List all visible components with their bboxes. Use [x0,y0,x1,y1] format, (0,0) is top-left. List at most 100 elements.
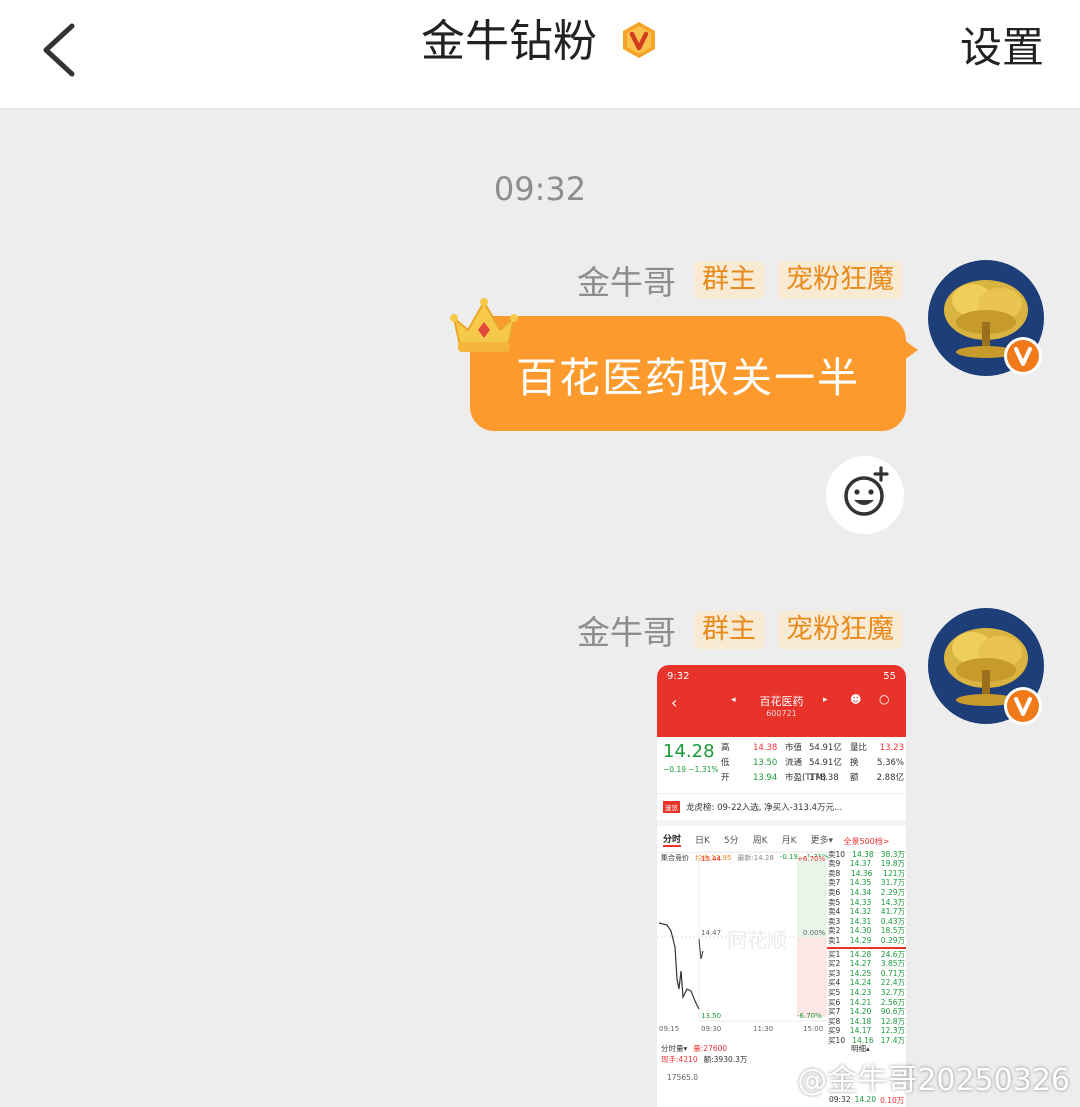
group-name: 金牛钻粉 [421,16,597,67]
role-badge: 群主 [694,611,764,649]
bid-level: 买4 [828,978,841,988]
order-book-title: 全景500档> [843,837,890,846]
ask-level: 卖6 [828,887,841,897]
bid-price: 14.17 [849,1026,872,1036]
ask-level: 卖4 [828,907,841,917]
ask-price: 14.35 [849,878,872,888]
tab-weekly: 周K [752,835,768,846]
ask-level: 卖5 [828,897,841,907]
svg-text:0.00%: 0.00% [803,929,826,937]
ask-price: 14.37 [849,859,872,869]
v-badge-icon [623,22,655,58]
bid-row: 买1 14.28 24.6万 [827,950,906,960]
ask-volume: 0.43万 [880,916,905,926]
status-time: 9:32 [667,670,690,682]
svg-text:-6.70%: -6.70% [797,1012,822,1020]
image-message[interactable]: 9:32 55 ‹ ◂ 百花医药 600721 ▸ ☻ ○ 14.28 −0.1… [657,665,906,1107]
svg-text:同花顺: 同花顺 [727,928,787,952]
amount: 额:3930.3万 [703,1055,748,1064]
svg-text:11:30: 11:30 [753,1025,773,1033]
ask-price: 14.34 [849,887,872,897]
bid-row: 买7 14.20 90.6万 [827,1007,906,1017]
tab-5min: 5分 [723,835,739,846]
bid-price: 14.27 [849,959,872,969]
bid-volume: 90.6万 [880,1007,905,1017]
ask-row: 卖7 14.35 31.7万 [827,878,906,888]
ask-level: 卖8 [828,868,841,878]
news-ticker: 速览 龙虎榜: 09-22入选, 净买入-313.4万元... [657,794,906,826]
ask-list: 卖10 14.38 38.3万 卖9 14.37 19.8万 卖8 14.36 121万 卖7 14… [827,850,906,946]
bid-price: 14.18 [849,1016,872,1026]
battery-level: 55 [883,670,896,682]
ask-level: 卖10 [828,849,846,859]
ask-price: 14.31 [849,916,872,926]
verified-v-icon [1004,337,1042,375]
market-values: 54.91亿 54.91亿 178.38 [809,743,842,783]
ask-volume: 18.5万 [880,926,905,936]
quote-panel: 14.28 −0.19 −1.31% 高 低 开 14.38 13.50 13.… [657,737,906,794]
ask-volume: 121万 [883,868,905,878]
weibo-watermark: @金牛哥20250326 [797,1055,1070,1099]
ask-price: 14.36 [850,868,873,878]
message-sender-row: 金牛哥 群主 宠粉狂魔 [577,260,902,302]
bid-volume: 3.85万 [880,959,905,969]
stock-code: 600721 [766,709,797,718]
bid-level: 买8 [828,1016,841,1026]
title-badge: 宠粉狂魔 [778,611,902,649]
bid-price: 14.28 [849,949,872,959]
ask-row: 卖2 14.30 18.5万 [827,926,906,936]
ask-volume: 0.29万 [880,935,905,945]
message-timestamp: 09:32 [493,170,587,208]
bid-row: 买5 14.23 32.7万 [827,988,906,998]
stock-price: 14.28 [663,741,715,762]
quote-values: 14.38 13.50 13.94 [753,743,778,783]
stock-header: ‹ ◂ 百花医药 600721 ▸ ☻ ○ [657,687,906,737]
status-bar: 9:32 55 [657,665,906,687]
ask-level: 卖3 [828,916,841,926]
bid-volume: 12.3万 [880,1026,905,1036]
ask-level: 卖2 [828,926,841,936]
volume-label: 分时量▾ [661,1044,688,1053]
ratio-labels: 量比 换 额 [850,743,868,783]
volume-value: 量:27600 [693,1044,728,1053]
ask-price: 14.33 [849,897,872,907]
bid-price: 14.20 [849,1007,872,1017]
svg-text:13.50: 13.50 [701,1012,721,1020]
ask-volume: 14.3万 [880,897,905,907]
ask-row: 卖1 14.29 0.29万 [827,936,906,946]
bid-list: 买1 14.28 24.6万 买2 14.27 3.85万 买3 14.25 0.71万 买4 14… [827,950,906,1046]
bid-row: 买8 14.18 12.8万 [827,1017,906,1027]
top-bar: 金牛钻粉 设置 [0,0,1080,109]
ask-row: 卖4 14.32 41.7万 [827,907,906,917]
quote-labels: 高 低 开 [721,743,730,783]
robot-icon: ☻ [850,693,862,706]
sender-name[interactable]: 金牛哥 [577,606,676,654]
ask-row: 卖8 14.36 121万 [827,869,906,879]
ask-row: 卖3 14.31 0.43万 [827,917,906,927]
ask-volume: 19.8万 [880,859,905,869]
emoji-reaction-icon [844,466,889,516]
bid-volume: 2.56万 [880,997,905,1007]
sender-name[interactable]: 金牛哥 [577,256,676,304]
svg-text:15.44: 15.44 [701,855,722,863]
bid-level: 买6 [828,997,841,1007]
bid-row: 买6 14.21 2.56万 [827,998,906,1008]
svg-text:09:30: 09:30 [701,1025,721,1033]
bid-volume: 24.6万 [880,949,905,959]
bid-row: 买2 14.27 3.85万 [827,959,906,969]
bid-level: 买3 [828,968,841,978]
crown-icon [450,298,518,352]
bid-row: 买3 14.25 0.71万 [827,969,906,979]
title-badge: 宠粉狂魔 [778,261,902,299]
message-bubble[interactable]: 百花医药取关一半 [470,316,918,431]
bid-volume: 22.4万 [880,978,905,988]
bid-volume: 12.8万 [880,1016,905,1026]
settings-button[interactable]: 设置 [960,20,1044,76]
detail-label: 明细▴ [851,1044,870,1053]
add-reaction-button[interactable] [826,456,904,534]
search-icon: ○ [879,692,890,706]
bid-level: 买2 [828,959,841,969]
bid-level: 买7 [828,1007,841,1017]
svg-text:+6.70%: +6.70% [797,855,825,863]
ask-volume: 31.7万 [880,878,905,888]
